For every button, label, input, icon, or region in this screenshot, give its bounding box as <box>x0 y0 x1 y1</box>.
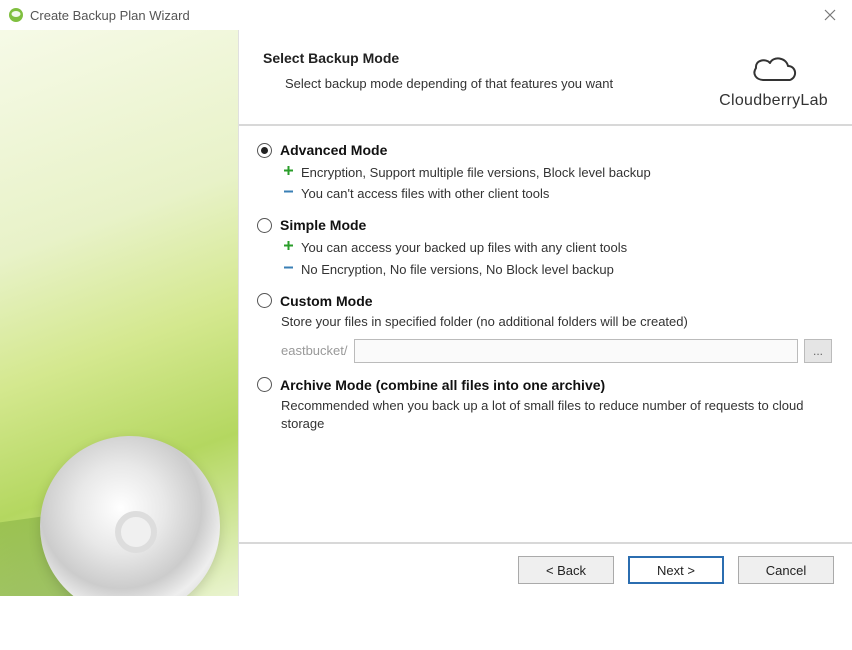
wizard-header: Select Backup Mode Select backup mode de… <box>239 30 852 126</box>
titlebar: Create Backup Plan Wizard <box>0 0 852 30</box>
custom-path-prefix: eastbucket/ <box>281 343 348 358</box>
option-advanced: Advanced Mode Encryption, Support multip… <box>257 142 832 203</box>
option-archive-label: Archive Mode (combine all files into one… <box>280 377 605 393</box>
option-custom: Custom Mode Store your files in specifie… <box>257 293 832 363</box>
option-advanced-label: Advanced Mode <box>280 142 387 158</box>
option-simple: Simple Mode You can access your backed u… <box>257 217 832 278</box>
close-icon[interactable] <box>816 5 844 25</box>
brand-name: CloudberryLab <box>719 92 828 110</box>
radio-custom[interactable]: Custom Mode <box>257 293 832 309</box>
app-icon <box>8 7 24 23</box>
simple-con: No Encryption, No file versions, No Bloc… <box>281 261 832 279</box>
page-subtitle: Select backup mode depending of that fea… <box>285 76 707 91</box>
option-archive: Archive Mode (combine all files into one… <box>257 377 832 433</box>
radio-icon <box>257 293 272 308</box>
advanced-con: You can't access files with other client… <box>281 185 832 203</box>
brand-logo: CloudberryLab <box>719 50 828 110</box>
custom-description: Store your files in specified folder (no… <box>281 313 832 331</box>
radio-advanced[interactable]: Advanced Mode <box>257 142 832 158</box>
minus-icon <box>281 186 295 197</box>
back-button[interactable]: < Back <box>518 556 614 584</box>
advanced-pro: Encryption, Support multiple file versio… <box>281 164 832 182</box>
radio-archive[interactable]: Archive Mode (combine all files into one… <box>257 377 832 393</box>
cancel-button[interactable]: Cancel <box>738 556 834 584</box>
wizard-sidebar-image <box>0 30 238 596</box>
custom-path-input[interactable] <box>354 339 799 363</box>
page-title: Select Backup Mode <box>263 50 707 66</box>
option-custom-label: Custom Mode <box>280 293 373 309</box>
browse-button[interactable]: ... <box>804 339 832 363</box>
radio-icon <box>257 377 272 392</box>
radio-icon <box>257 143 272 158</box>
window-title: Create Backup Plan Wizard <box>30 8 190 23</box>
minus-icon <box>281 262 295 273</box>
plus-icon <box>281 240 295 251</box>
plus-icon <box>281 165 295 176</box>
radio-icon <box>257 218 272 233</box>
archive-description: Recommended when you back up a lot of sm… <box>281 397 832 433</box>
radio-simple[interactable]: Simple Mode <box>257 217 832 233</box>
wizard-footer: < Back Next > Cancel <box>239 542 852 596</box>
option-simple-label: Simple Mode <box>280 217 366 233</box>
simple-pro: You can access your backed up files with… <box>281 239 832 257</box>
cloud-icon <box>746 50 802 90</box>
next-button[interactable]: Next > <box>628 556 724 584</box>
